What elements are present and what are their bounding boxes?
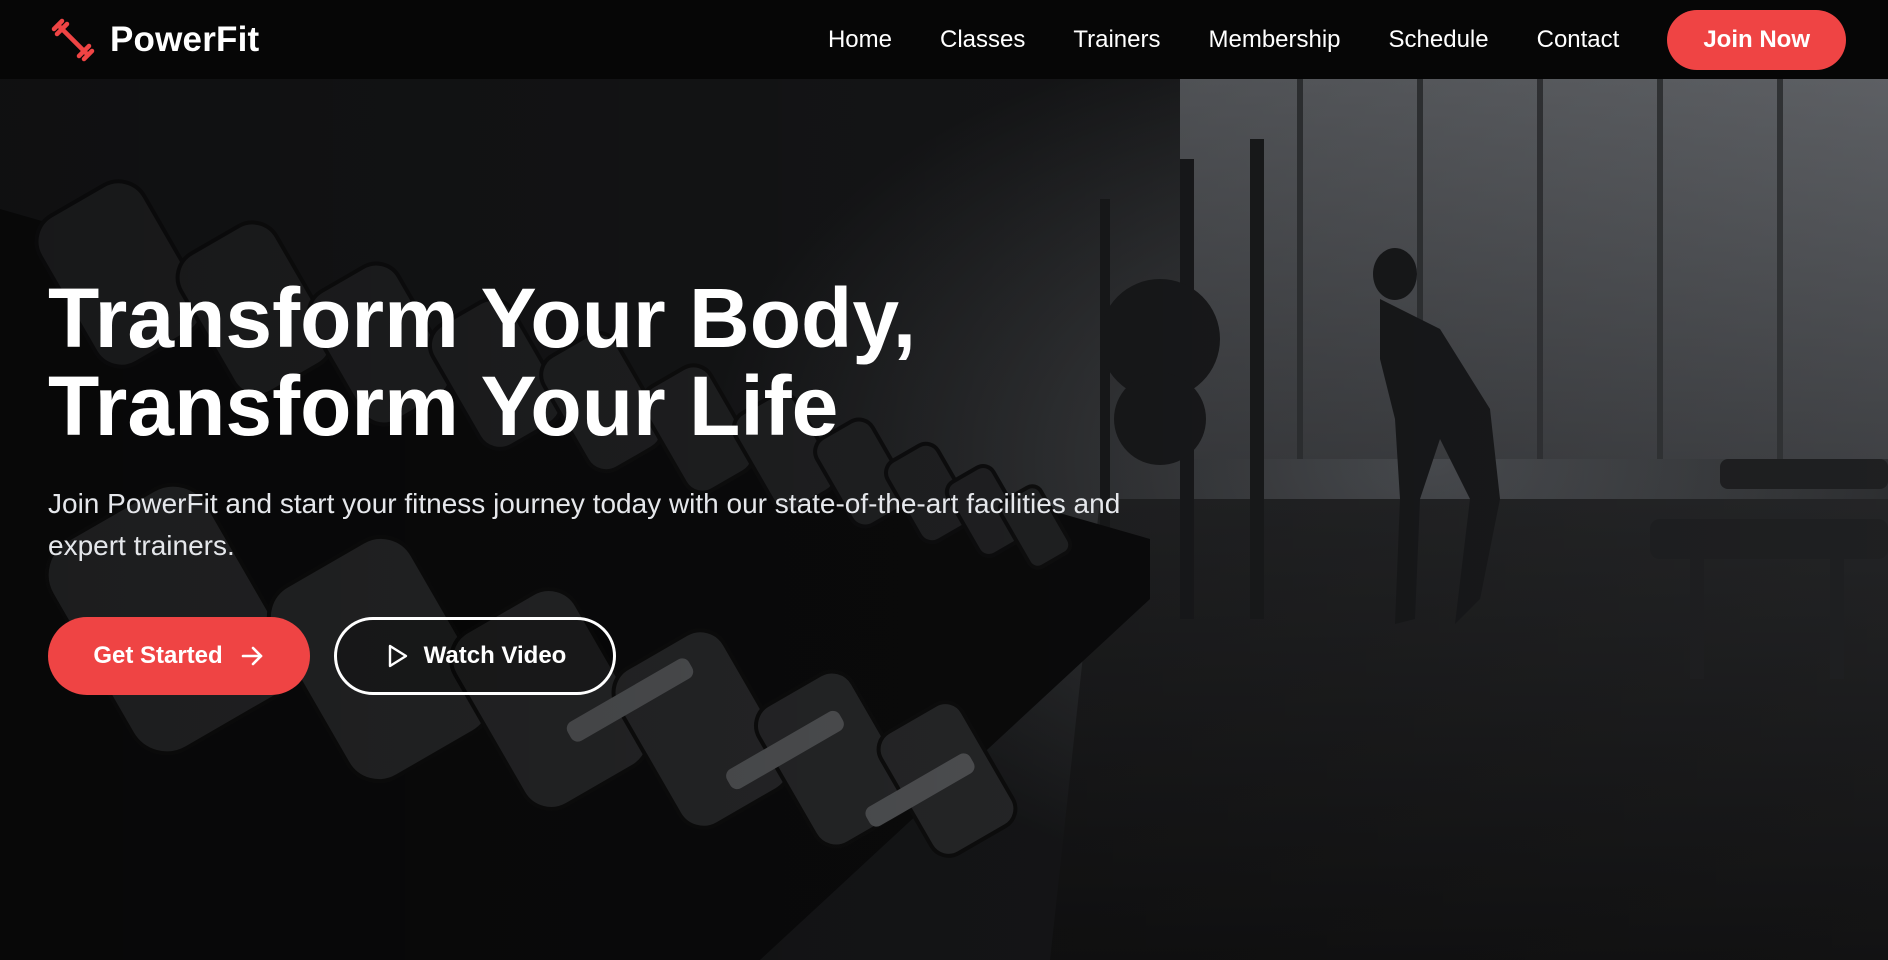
arrow-right-icon xyxy=(239,643,265,669)
nav-link-schedule[interactable]: Schedule xyxy=(1389,26,1489,54)
watch-video-button[interactable]: Watch Video xyxy=(334,617,616,695)
hero-title-line-1: Transform Your Body, xyxy=(48,271,917,365)
get-started-button[interactable]: Get Started xyxy=(48,617,310,695)
dumbbell-icon xyxy=(48,15,98,65)
nav-link-classes[interactable]: Classes xyxy=(940,26,1025,54)
brand-logo[interactable]: PowerFit xyxy=(48,15,259,65)
hero-buttons: Get Started Watch Video xyxy=(48,617,616,695)
nav-link-contact[interactable]: Contact xyxy=(1537,26,1620,54)
nav-link-home[interactable]: Home xyxy=(828,26,892,54)
hero-subtitle: Join PowerFit and start your fitness jou… xyxy=(48,488,1121,561)
nav-link-trainers[interactable]: Trainers xyxy=(1073,26,1160,54)
join-now-button[interactable]: Join Now xyxy=(1667,9,1846,70)
play-icon xyxy=(384,643,410,669)
hero-title-line-2: Transform Your Life xyxy=(48,359,839,453)
navbar: PowerFit Home Classes Trainers Membershi… xyxy=(0,0,1888,79)
hero-title: Transform Your Body, Transform Your Life xyxy=(48,274,1148,450)
get-started-label: Get Started xyxy=(93,642,223,669)
nav-links: Home Classes Trainers Membership Schedul… xyxy=(828,26,1619,54)
brand-name: PowerFit xyxy=(110,19,260,59)
hero-section: Transform Your Body, Transform Your Life… xyxy=(0,79,1888,960)
nav-link-membership[interactable]: Membership xyxy=(1208,26,1340,54)
watch-video-label: Watch Video xyxy=(423,642,567,669)
